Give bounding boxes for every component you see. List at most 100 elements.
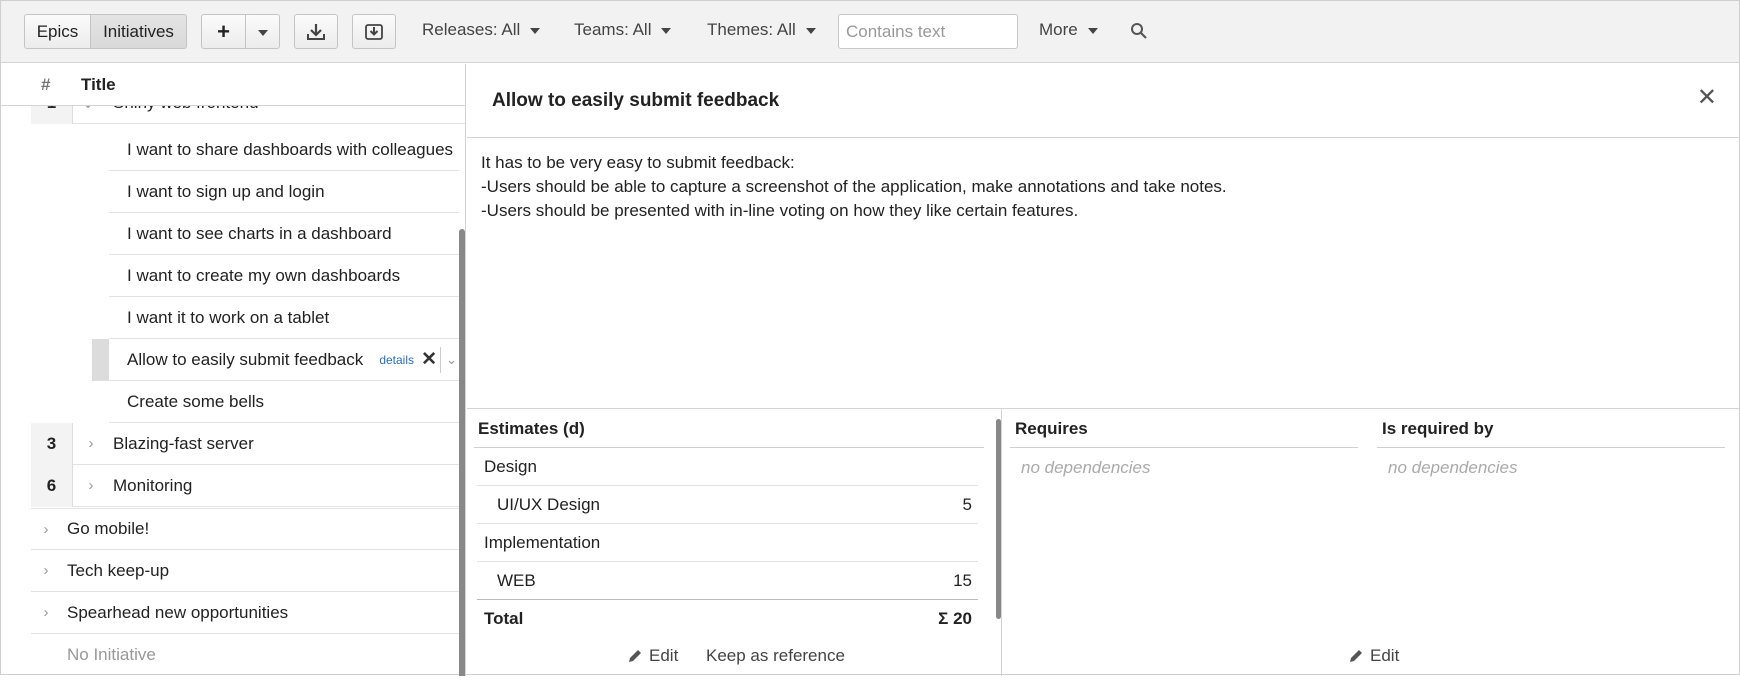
- estimate-row[interactable]: UI/UX Design 5: [477, 486, 978, 524]
- chevron-down-icon: [530, 28, 541, 34]
- story-row[interactable]: I want to create my own dashboards: [109, 255, 459, 297]
- description-line: -Users should be presented with in-line …: [481, 201, 1079, 220]
- chevron-right-icon[interactable]: ›: [39, 521, 53, 538]
- themes-filter-label: Themes: All: [707, 20, 796, 39]
- story-row[interactable]: I want to see charts in a dashboard: [109, 213, 459, 255]
- initiative-row[interactable]: › Spearhead new opportunities: [31, 592, 459, 634]
- estimate-value: 15: [953, 570, 972, 590]
- divider: [1001, 409, 1002, 676]
- releases-filter[interactable]: Releases: All: [422, 20, 541, 40]
- initiative-row[interactable]: › Go mobile!: [31, 508, 459, 550]
- chevron-down-icon: [257, 29, 268, 36]
- no-initiative-row[interactable]: No Initiative: [31, 634, 459, 676]
- title-column-header: Title: [81, 75, 116, 94]
- chevron-down-icon: [1087, 28, 1098, 34]
- description-line: -Users should be able to capture a scree…: [481, 177, 1227, 196]
- more-menu-label: More: [1039, 20, 1078, 39]
- search-button[interactable]: [1130, 22, 1148, 45]
- story-title: I want to sign up and login: [127, 181, 325, 201]
- list-scrollbar[interactable]: [459, 229, 465, 676]
- estimate-label: UI/UX Design: [497, 494, 600, 514]
- download-button[interactable]: [294, 14, 338, 49]
- estimate-total-row: Total Σ 20: [477, 600, 978, 638]
- initiative-row[interactable]: › Tech keep-up: [31, 550, 459, 592]
- details-link[interactable]: details: [379, 353, 414, 367]
- story-row[interactable]: I want to share dashboards with colleagu…: [109, 129, 459, 171]
- initiative-title: Go mobile!: [67, 519, 150, 538]
- teams-filter[interactable]: Teams: All: [574, 20, 672, 40]
- estimate-value: 5: [962, 494, 972, 514]
- detail-header: Allow to easily submit feedback ✕: [467, 64, 1739, 138]
- story-row[interactable]: I want to sign up and login: [109, 171, 459, 213]
- story-title: I want it to work on a tablet: [127, 307, 330, 327]
- estimate-row[interactable]: WEB 15: [477, 562, 978, 600]
- divider: [1010, 447, 1358, 448]
- divider: [1377, 447, 1725, 448]
- close-icon[interactable]: ✕: [1697, 86, 1717, 110]
- divider: [467, 408, 1739, 409]
- no-initiative-label: No Initiative: [67, 645, 156, 664]
- story-title: Allow to easily submit feedback: [127, 349, 364, 369]
- epic-number: 3: [31, 422, 73, 465]
- tab-initiatives[interactable]: Initiatives: [91, 14, 187, 49]
- chevron-right-icon[interactable]: ›: [84, 477, 98, 494]
- story-row[interactable]: I want it to work on a tablet: [109, 297, 459, 339]
- chevron-right-icon[interactable]: ›: [39, 604, 53, 621]
- pencil-icon: [1350, 650, 1362, 662]
- download-icon: [307, 23, 325, 40]
- requires-empty-text: no dependencies: [1021, 458, 1151, 477]
- toolbar: Epics Initiatives + Releases: All Teams:…: [1, 1, 1739, 63]
- search-icon: [1131, 23, 1147, 39]
- story-title: Create some bells: [127, 391, 265, 411]
- estimate-label: Implementation: [484, 532, 601, 552]
- edit-label: Edit: [1370, 646, 1400, 665]
- story-title: I want to share dashboards with colleagu…: [127, 139, 454, 159]
- search-input[interactable]: [838, 14, 1018, 49]
- total-value: Σ 20: [938, 609, 972, 628]
- remove-icon[interactable]: ✕: [421, 348, 437, 371]
- story-row-selected[interactable]: Allow to easily submit feedback details …: [92, 339, 459, 381]
- number-column-header: #: [41, 75, 51, 94]
- estimate-group-row: Implementation: [477, 524, 978, 562]
- add-button[interactable]: +: [201, 14, 246, 49]
- requires-heading: Requires: [1015, 419, 1088, 438]
- story-title: I want to create my own dashboards: [127, 265, 401, 285]
- chevron-down-icon: [661, 28, 672, 34]
- more-menu[interactable]: More: [1039, 20, 1098, 40]
- estimate-label: WEB: [497, 570, 536, 590]
- releases-filter-label: Releases: All: [422, 20, 521, 39]
- epic-row[interactable]: 3 › Blazing-fast server: [31, 422, 459, 465]
- story-row[interactable]: Create some bells: [109, 381, 459, 423]
- estimate-label: Design: [484, 456, 537, 476]
- edit-dependencies-button[interactable]: Edit: [1348, 646, 1399, 666]
- tab-epics[interactable]: Epics: [24, 14, 91, 49]
- estimates-heading: Estimates (d): [478, 419, 585, 438]
- chevron-right-icon[interactable]: ›: [84, 435, 98, 452]
- description-line: It has to be very easy to submit feedbac…: [481, 153, 795, 172]
- total-label: Total: [484, 609, 524, 628]
- chevron-down-icon: [805, 28, 816, 34]
- pencil-icon: [629, 650, 641, 662]
- divider: [440, 347, 441, 373]
- themes-filter[interactable]: Themes: All: [707, 20, 816, 40]
- teams-filter-label: Teams: All: [574, 20, 652, 39]
- epic-title: Monitoring: [113, 475, 193, 495]
- initiative-title: Tech keep-up: [67, 560, 170, 580]
- story-title: I want to see charts in a dashboard: [127, 223, 392, 243]
- backlog-list: # Title 1 ⌄ Shiny web frontend I want to…: [1, 64, 466, 676]
- epic-title: Blazing-fast server: [113, 433, 254, 453]
- keep-as-reference-button[interactable]: Keep as reference: [706, 646, 845, 666]
- add-dropdown-button[interactable]: [246, 14, 280, 49]
- edit-estimates-button[interactable]: Edit: [627, 646, 678, 666]
- epic-number: 6: [31, 464, 73, 507]
- epic-row[interactable]: 6 › Monitoring: [31, 464, 459, 507]
- required-by-empty-text: no dependencies: [1388, 458, 1518, 477]
- detail-title: Allow to easily submit feedback: [492, 90, 780, 111]
- import-button[interactable]: [352, 14, 396, 49]
- chevron-down-icon[interactable]: ⌄: [446, 352, 457, 368]
- app-window: Epics Initiatives + Releases: All Teams:…: [0, 0, 1740, 676]
- chevron-right-icon[interactable]: ›: [39, 562, 53, 579]
- estimate-group-row: Design: [477, 448, 978, 486]
- detail-description[interactable]: It has to be very easy to submit feedbac…: [481, 151, 1227, 223]
- list-header: # Title: [1, 64, 465, 106]
